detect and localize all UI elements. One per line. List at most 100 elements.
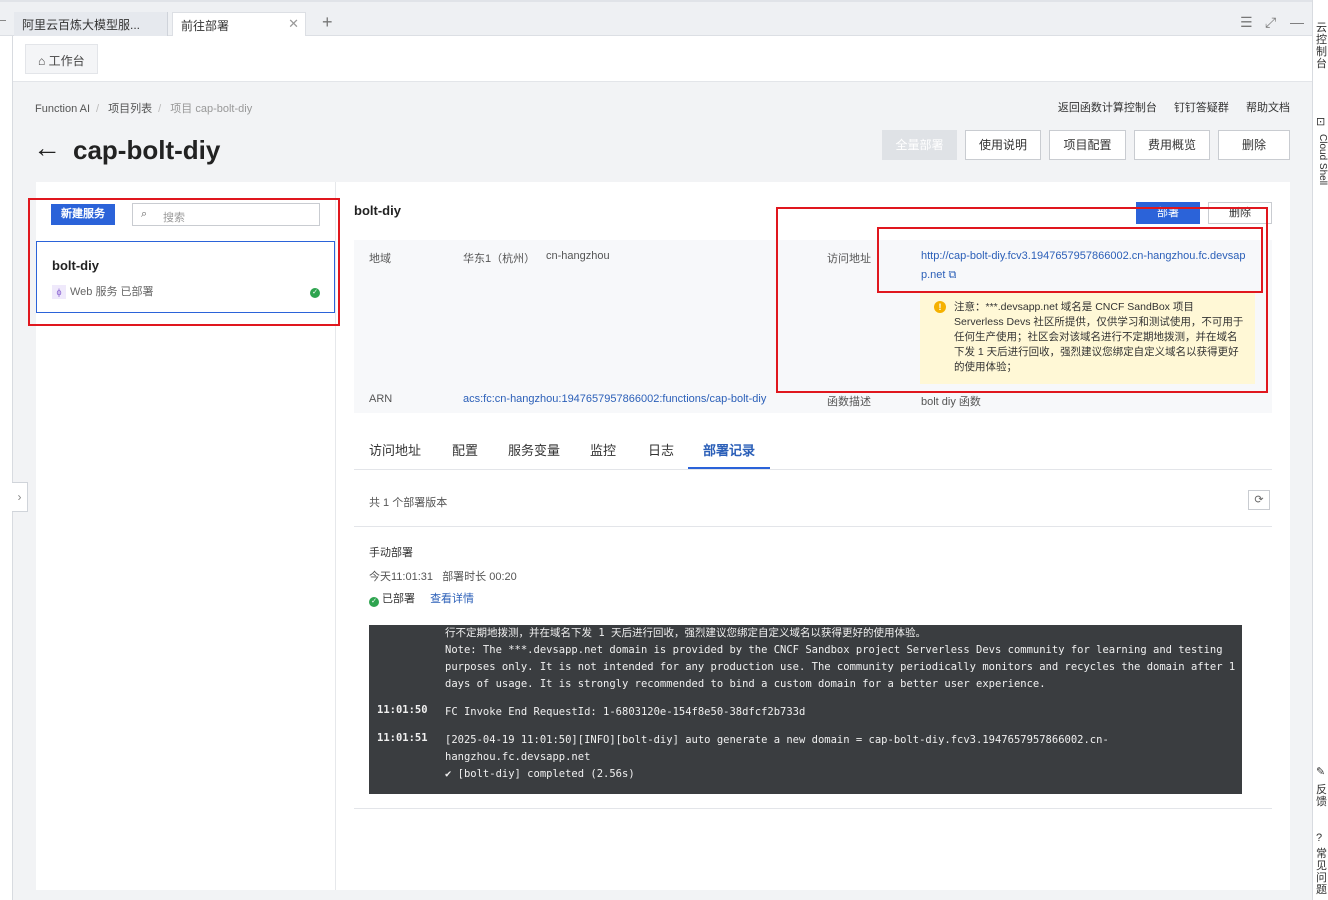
deploy-button[interactable]: 部署: [1136, 202, 1200, 224]
search-icon: ⌕: [141, 208, 148, 220]
record-time: 今天11:01:31 部署时长 00:20: [369, 568, 517, 584]
warning-text: 注意：***.devsapp.net 域名是 CNCF SandBox 项目 S…: [954, 301, 1244, 373]
service-title: bolt-diy: [354, 203, 401, 218]
link-dingtalk-group[interactable]: 钉钉答疑群: [1174, 102, 1229, 114]
service-status: 已部署: [120, 286, 154, 298]
check-circle-icon: ✓: [369, 597, 379, 607]
page-title: cap-bolt-diy: [73, 135, 221, 165]
service-name: bolt-diy: [52, 258, 99, 273]
active-tab-indicator: [688, 467, 770, 469]
workbench-button[interactable]: ⌂ 工作台: [25, 44, 98, 74]
cost-overview-button[interactable]: 费用概览: [1134, 130, 1210, 160]
view-details-link[interactable]: 查看详情: [430, 593, 474, 605]
tab-env-vars[interactable]: 服务变量: [508, 440, 560, 459]
usage-guide-button[interactable]: 使用说明: [965, 130, 1041, 160]
project-card: 新建服务 ⌕ 搜索 bolt-diy ϕ Web 服务 已部署 ✓ bolt-di…: [36, 182, 1290, 890]
log-line: [2025-04-19 11:01:50][INFO][bolt-diy] au…: [445, 734, 1109, 746]
breadcrumb-current: 项目 cap-bolt-diy: [170, 103, 253, 115]
top-links: 返回函数计算控制台 钉钉答疑群 帮助文档: [1044, 99, 1290, 115]
deploy-count: 共 1 个部署版本: [369, 497, 448, 509]
web-service-icon: ϕ: [52, 285, 66, 299]
service-type: Web 服务: [70, 286, 118, 298]
chevron-right-icon[interactable]: ›: [12, 482, 28, 512]
log-line: purposes only. It is not intended for an…: [445, 661, 1236, 673]
breadcrumb-project-list[interactable]: 项目列表: [108, 103, 152, 115]
tab-config[interactable]: 配置: [452, 440, 478, 459]
divider: [354, 526, 1272, 527]
link-help-docs[interactable]: 帮助文档: [1246, 102, 1290, 114]
deploy-log: 行不定期地拨测，并在域名下发 1 天后进行回收，强烈建议您绑定自定义域名以获得更…: [369, 625, 1242, 794]
domain-warning: ! 注意：***.devsapp.net 域名是 CNCF SandBox 项目…: [920, 292, 1255, 384]
delete-service-button[interactable]: 删除: [1208, 202, 1272, 224]
service-sidebar: 新建服务 ⌕ 搜索 bolt-diy ϕ Web 服务 已部署 ✓: [36, 182, 336, 890]
record-status: ✓ 已部署 查看详情: [369, 590, 474, 607]
project-config-button[interactable]: 项目配置: [1049, 130, 1126, 160]
region-value: 华东1（杭州）: [463, 253, 536, 265]
pencil-icon: ✎: [1316, 766, 1326, 778]
tab-monitor[interactable]: 监控: [590, 440, 616, 459]
log-line: Note: The ***.devsapp.net domain is prov…: [445, 644, 1223, 656]
record-title: 手动部署: [369, 547, 413, 559]
cloud-shell-icon[interactable]: ⊡: [1316, 116, 1328, 128]
warning-icon: !: [934, 301, 946, 313]
back-arrow-icon[interactable]: ←: [33, 134, 61, 162]
check-circle-icon: ✓: [310, 288, 320, 298]
close-icon[interactable]: ✕: [288, 16, 299, 32]
left-strip: [0, 36, 13, 900]
search-input[interactable]: ⌕ 搜索: [132, 203, 320, 226]
browser-tab-bar: 阿里云百炼大模型服... 前往部署 ✕ + ☰ ⤢ —: [0, 0, 1312, 37]
expand-icon[interactable]: ⤢: [1265, 14, 1276, 31]
access-url-link[interactable]: http://cap-bolt-diy.fcv3.194765795786600…: [921, 250, 1246, 262]
service-detail: bolt-diy 部署 删除 地域 华东1（杭州） cn-hangzhou 访问…: [354, 182, 1272, 890]
detail-tabs: 访问地址 配置 服务变量 监控 日志 部署记录: [354, 429, 1272, 470]
rail-cloud-shell[interactable]: Cloud Shell: [1316, 134, 1328, 185]
external-link-icon: ⧉: [948, 269, 957, 281]
browser-tab-deploy[interactable]: 前往部署 ✕: [172, 12, 306, 37]
full-deploy-button[interactable]: 全量部署: [882, 130, 957, 160]
service-info-panel: 地域 华东1（杭州） cn-hangzhou 访问地址 http://cap-b…: [354, 240, 1272, 413]
breadcrumb-separator: /: [158, 103, 162, 115]
tab-access-url[interactable]: 访问地址: [369, 440, 421, 459]
minimize-icon[interactable]: —: [1290, 14, 1304, 30]
service-meta: ϕ Web 服务 已部署: [52, 283, 154, 299]
region-code: cn-hangzhou: [546, 250, 610, 262]
log-line: ✔ [bolt-diy] completed (2.56s): [445, 768, 635, 780]
workbench-bar: ⌂ 工作台: [13, 36, 1312, 82]
region-label: 地域: [369, 253, 391, 265]
right-rail: 云控制台 ⊡ Cloud Shell ✎ 反馈 ? 常见问题: [1312, 0, 1328, 900]
arn-link[interactable]: acs:fc:cn-hangzhou:1947657957866002:func…: [463, 393, 766, 405]
refresh-icon[interactable]: ⟳: [1248, 490, 1270, 510]
workbench-label: 工作台: [48, 54, 85, 68]
desc-label: 函数描述: [827, 396, 871, 408]
log-line: hangzhou.fc.devsapp.net: [445, 751, 591, 763]
link-back-to-fc-console[interactable]: 返回函数计算控制台: [1058, 102, 1157, 114]
access-url-label: 访问地址: [827, 253, 871, 265]
new-service-button[interactable]: 新建服务: [51, 204, 115, 225]
menu-icon[interactable]: ☰: [1240, 14, 1253, 31]
record-duration: 部署时长 00:20: [442, 571, 517, 583]
rail-console[interactable]: 云控制台: [1316, 22, 1328, 70]
browser-tab-bailian[interactable]: 阿里云百炼大模型服...: [14, 12, 168, 37]
arn-label: ARN: [369, 393, 393, 405]
log-timestamp: 11:01:50: [377, 704, 428, 716]
desc-value: bolt diy 函数: [921, 396, 981, 408]
access-url-tail: p.net: [921, 269, 946, 281]
log-line: days of usage. It is strongly recommende…: [445, 678, 1046, 690]
rail-feedback[interactable]: 反馈: [1316, 784, 1328, 808]
log-timestamp: 11:01:51: [377, 732, 428, 744]
tab-logs[interactable]: 日志: [648, 440, 674, 459]
new-tab-icon[interactable]: +: [322, 12, 333, 33]
breadcrumb: Function AI / 项目列表 / 项目 cap-bolt-diy: [35, 100, 258, 116]
service-item-bolt-diy[interactable]: bolt-diy ϕ Web 服务 已部署 ✓: [36, 241, 335, 313]
help-icon: ?: [1316, 832, 1323, 844]
access-url-link-cont[interactable]: p.net ⧉: [921, 269, 956, 282]
log-line: FC Invoke End RequestId: 1-6803120e-154f…: [445, 706, 806, 718]
search-placeholder: 搜索: [163, 212, 185, 224]
rail-faq[interactable]: 常见问题: [1316, 848, 1328, 896]
divider: [0, 20, 6, 21]
tab-deploy-records[interactable]: 部署记录: [703, 440, 755, 459]
log-line: 行不定期地拨测，并在域名下发 1 天后进行回收，强烈建议您绑定自定义域名以获得更…: [445, 627, 926, 639]
breadcrumb-function-ai[interactable]: Function AI: [35, 103, 90, 115]
delete-project-button[interactable]: 删除: [1218, 130, 1290, 160]
browser-tab-label: 前往部署: [181, 19, 230, 33]
